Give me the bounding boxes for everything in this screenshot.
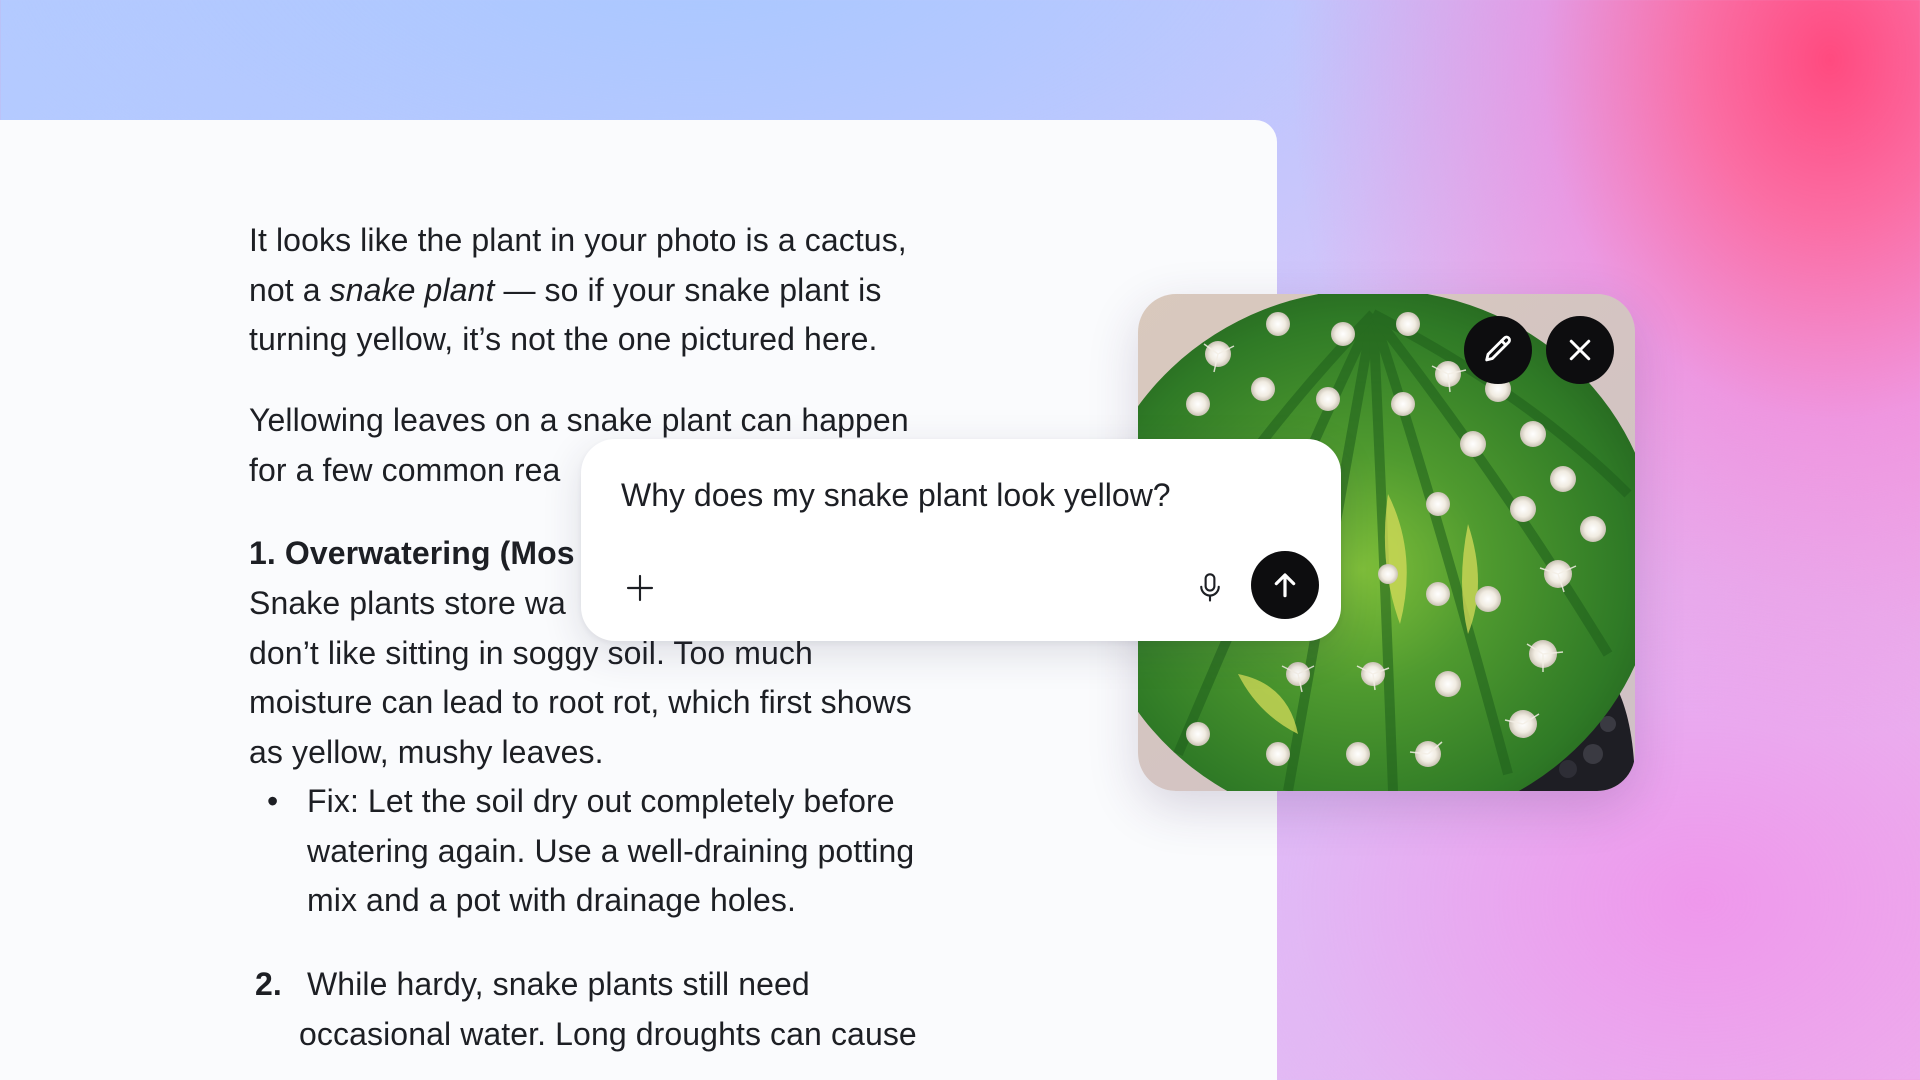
remove-image-button[interactable]: [1546, 316, 1614, 384]
overwatering-line-4: as yellow, mushy leaves.: [249, 733, 604, 770]
bullet-marker: •: [267, 783, 279, 819]
overwatering-line-1: Snake plants store wa: [249, 585, 566, 621]
plus-icon: [626, 574, 654, 602]
send-button[interactable]: [1251, 551, 1319, 619]
prompt-composer[interactable]: Why does my snake plant look yellow?: [581, 439, 1341, 641]
intro-line-2-post: — so if your snake plant is: [494, 271, 882, 308]
fix-line-2: watering again. Use a well-draining pott…: [307, 832, 915, 869]
intro-line-3: turning yellow, it’s not the one picture…: [249, 321, 878, 357]
prompt-input[interactable]: Why does my snake plant look yellow?: [621, 477, 1171, 514]
fix-bullet-text: Fix: Let the soil dry out completely bef…: [307, 777, 987, 926]
list-item-2-line-2: occasional water. Long droughts can caus…: [299, 1016, 917, 1052]
voice-input-button[interactable]: [1187, 565, 1233, 611]
reasons-line-2: for a few common rea: [249, 451, 561, 488]
fix-line-3: mix and a pot with drainage holes.: [307, 882, 797, 918]
section-heading-overwatering: 1. Overwatering (Mos: [249, 535, 575, 571]
reasons-line-1: Yellowing leaves on a snake plant can ha…: [249, 402, 909, 438]
overwatering-line-3: moisture can lead to root rot, which fir…: [249, 684, 912, 720]
edit-image-button[interactable]: [1464, 316, 1532, 384]
pencil-icon: [1485, 335, 1511, 362]
add-attachment-button[interactable]: [617, 565, 663, 611]
arrow-up-icon: [1274, 573, 1296, 598]
intro-line-2-em: snake plant: [329, 271, 495, 308]
intro-line-2-pre: not a: [249, 271, 330, 308]
close-icon: [1569, 339, 1591, 361]
list-item-2-number: 2.: [255, 966, 282, 1002]
intro-paragraph: It looks like the plant in your photo is…: [249, 216, 989, 365]
fix-line-1: Fix: Let the soil dry out completely bef…: [307, 783, 895, 819]
microphone-icon: [1200, 573, 1220, 602]
list-item-2-line-1: While hardy, snake plants still need: [307, 966, 810, 1002]
intro-line-1: It looks like the plant in your photo is…: [249, 222, 907, 258]
